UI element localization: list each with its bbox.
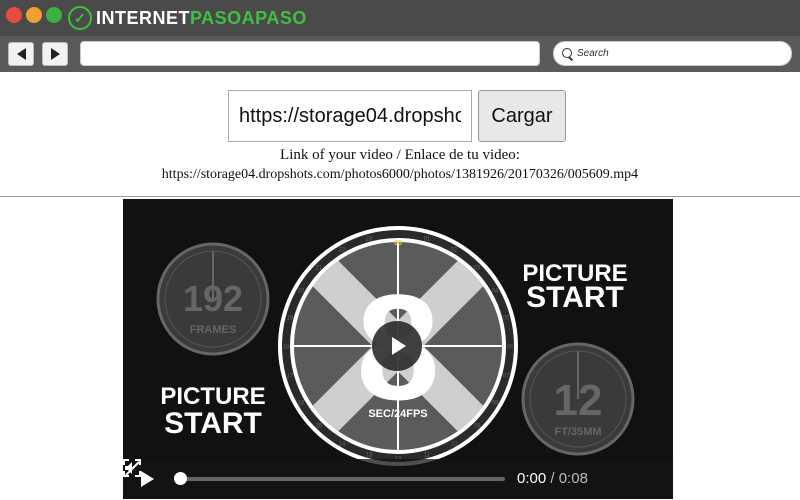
dial-number: 09 <box>474 424 481 430</box>
dial-number: 19 <box>286 316 293 322</box>
load-button[interactable]: Cargar <box>478 90 566 142</box>
picture-start-left-line2: START <box>164 407 262 440</box>
picture-start-right-line2: START <box>526 281 624 314</box>
address-bar[interactable] <box>80 41 540 66</box>
left-counter-dial: 192 FRAMES <box>156 242 270 356</box>
dial-number: 08 <box>492 401 499 407</box>
dial-number: 14 <box>339 442 346 448</box>
arrow-right-icon <box>50 48 60 60</box>
video-link-form: Cargar <box>228 90 566 142</box>
picture-start-left-line1: PICTURE <box>160 383 265 410</box>
fullscreen-icon[interactable] <box>123 459 141 477</box>
search-placeholder: Search <box>577 48 609 59</box>
maximize-window-button[interactable] <box>46 7 62 23</box>
right-counter-unit: FT/35MM <box>554 426 601 438</box>
dial-number: 07 <box>503 374 510 380</box>
logo-text: INTERNETPASOAPASO <box>96 7 307 28</box>
site-logo: ✓ INTERNETPASOAPASO <box>68 5 307 31</box>
close-window-button[interactable] <box>6 7 22 23</box>
dial-number: 16 <box>298 401 305 407</box>
right-counter-dial: 12 FT/35MM <box>521 342 635 456</box>
dial-number: 11 <box>424 453 431 459</box>
dial-number: 17 <box>286 374 293 380</box>
right-counter-value: 12 <box>554 376 603 425</box>
current-time: 0:00 <box>517 470 547 487</box>
dial-number: 05 <box>503 316 510 322</box>
dial-number: 23 <box>366 236 373 242</box>
arrow-left-icon <box>16 48 26 60</box>
video-link-input[interactable] <box>228 90 472 142</box>
dial-number: 18 <box>283 345 290 351</box>
left-counter-unit: FRAMES <box>190 324 236 336</box>
minimize-window-button[interactable] <box>26 7 42 23</box>
dial-number: 04 <box>492 289 499 295</box>
time-separator: / <box>546 470 559 487</box>
center-play-button[interactable] <box>372 321 422 371</box>
dial-number: 21 <box>315 265 322 271</box>
duration: 0:08 <box>558 470 588 487</box>
dial-number: 03 <box>474 265 481 271</box>
search-icon <box>562 47 574 60</box>
divider <box>0 196 800 197</box>
dial-number: 15 <box>315 424 322 430</box>
progress-bar[interactable] <box>175 477 505 481</box>
search-input[interactable]: Search <box>553 41 792 66</box>
countdown-label: SEC/24FPS <box>368 408 427 420</box>
back-button[interactable] <box>8 42 34 66</box>
dial-number: 20 <box>298 289 305 295</box>
dial-number: 22 <box>339 248 346 254</box>
dial-top-number: 00 <box>394 240 402 247</box>
progress-handle[interactable] <box>174 472 187 485</box>
video-player[interactable]: 192 FRAMES 12 FT/35MM PICTURE START PICT… <box>123 199 673 499</box>
dial-number: 02 <box>451 248 458 254</box>
play-icon[interactable] <box>141 471 154 487</box>
left-counter-value: 192 <box>183 278 243 319</box>
title-bar: ✓ INTERNETPASOAPASO <box>0 0 800 36</box>
video-link-url: https://storage04.dropshots.com/photos60… <box>161 167 639 182</box>
logo-icon: ✓ <box>68 6 92 30</box>
browser-toolbar: Search <box>0 36 800 72</box>
video-controls: 0:00 / 0:08 <box>123 459 673 499</box>
dial-number: 10 <box>451 442 458 448</box>
time-display: 0:00 / 0:08 <box>517 470 588 487</box>
forward-button[interactable] <box>42 42 68 66</box>
video-link-caption: Link of your video / Enlace de tu video: <box>280 147 520 163</box>
dial-number: 01 <box>424 236 431 242</box>
dial-number: 06 <box>507 345 514 351</box>
dial-number: 13 <box>366 453 373 459</box>
